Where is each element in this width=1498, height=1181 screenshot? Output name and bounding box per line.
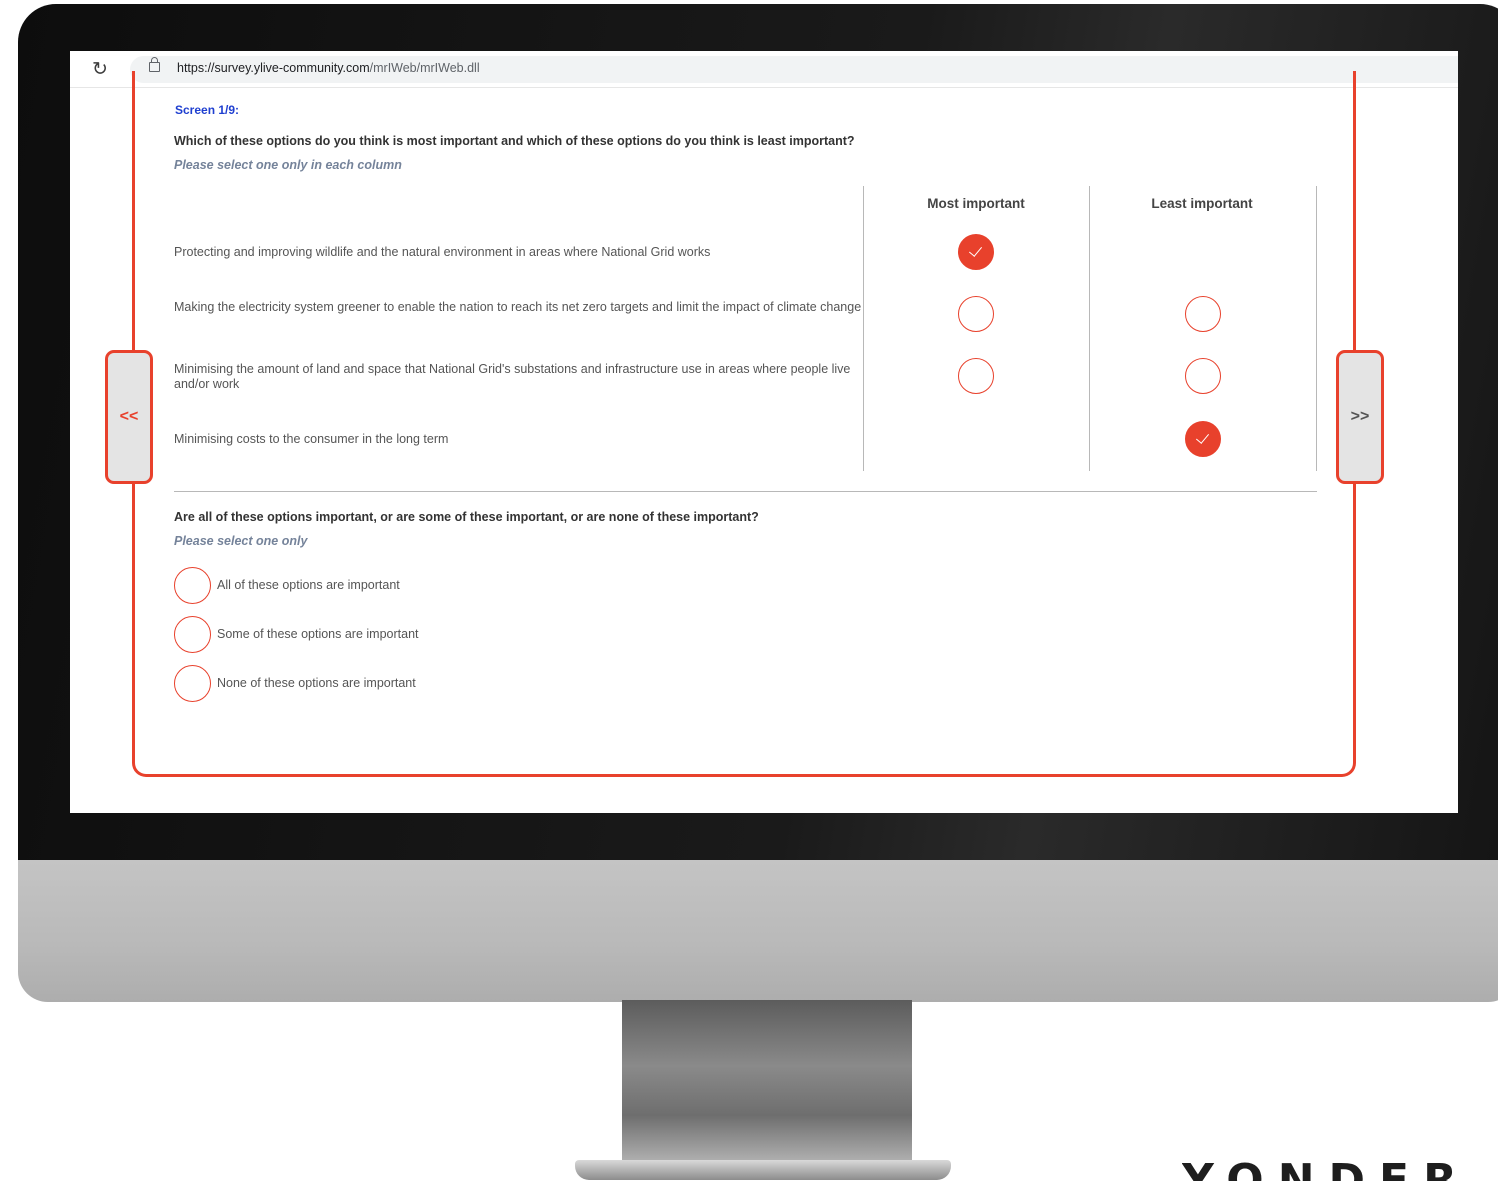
monitor-screen: ↻ https://survey.ylive-community.com/mrI… <box>70 51 1458 813</box>
most-important-radio[interactable] <box>958 296 994 332</box>
monitor-stand-base <box>575 1160 951 1180</box>
monitor-stand <box>622 1000 912 1165</box>
brand-logo: YONDER <box>1182 1158 1471 1181</box>
column-header-most: Most important <box>927 196 1025 211</box>
grid-row-label: Minimising costs to the consumer in the … <box>174 432 449 446</box>
next-button[interactable]: >> <box>1336 350 1384 484</box>
grid-row-label: Making the electricity system greener to… <box>174 300 862 314</box>
section-divider <box>174 491 1317 492</box>
reload-icon[interactable]: ↻ <box>92 58 108 81</box>
least-important-radio[interactable] <box>1185 421 1221 457</box>
grid-divider <box>1316 186 1317 471</box>
option-all-important[interactable]: All of these options are important <box>174 567 574 605</box>
option-none-important[interactable]: None of these options are important <box>174 665 574 703</box>
option-radio[interactable] <box>174 616 211 653</box>
most-important-radio[interactable] <box>958 358 994 394</box>
option-radio[interactable] <box>174 567 211 604</box>
option-label: Some of these options are important <box>217 627 419 641</box>
question2-title: Are all of these options important, or a… <box>174 510 759 524</box>
grid-row-label: Minimising the amount of land and space … <box>174 362 851 391</box>
option-radio[interactable] <box>174 665 211 702</box>
question-title: Which of these options do you think is m… <box>174 134 855 148</box>
grid-divider <box>1089 186 1090 471</box>
previous-button[interactable]: << <box>105 350 153 484</box>
option-label: All of these options are important <box>217 578 400 592</box>
question2-instruction: Please select one only <box>174 534 308 548</box>
least-important-radio[interactable] <box>1185 296 1221 332</box>
most-important-radio[interactable] <box>958 234 994 270</box>
grid-row-label: Protecting and improving wildlife and th… <box>174 245 711 259</box>
option-label: None of these options are important <box>217 676 416 690</box>
option-some-important[interactable]: Some of these options are important <box>174 616 574 654</box>
monitor-chin <box>18 860 1498 1002</box>
screen-counter: Screen 1/9: <box>175 103 240 117</box>
column-header-least: Least important <box>1151 196 1253 211</box>
question-instruction: Please select one only in each column <box>174 158 402 172</box>
grid-divider <box>863 186 864 471</box>
least-important-radio[interactable] <box>1185 358 1221 394</box>
